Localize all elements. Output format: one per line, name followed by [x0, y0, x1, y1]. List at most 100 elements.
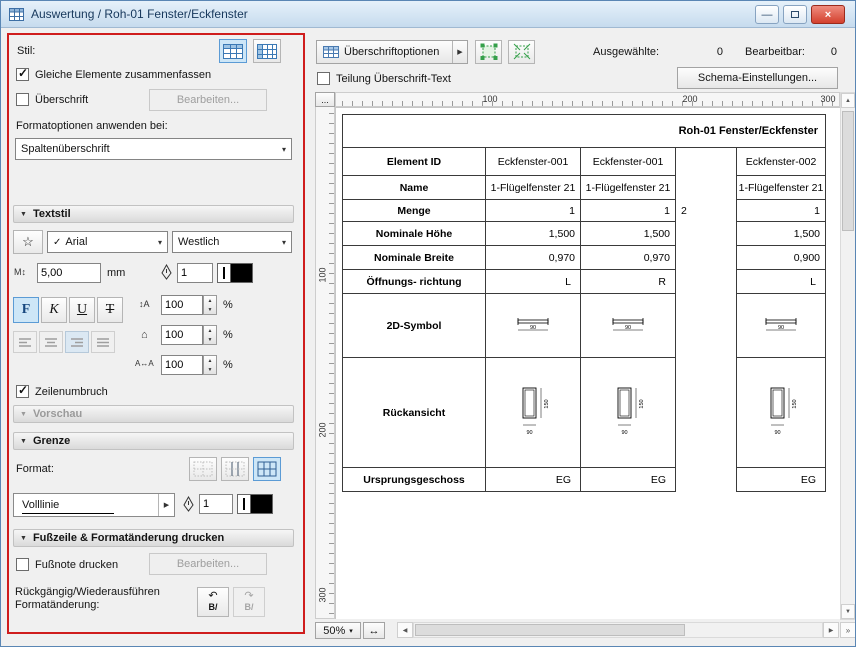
vertical-scrollbar[interactable]: ▲ ▼ [840, 92, 856, 620]
stretch-area-button[interactable] [508, 40, 535, 64]
zoom-level-button[interactable]: 50% ▾ [315, 622, 361, 639]
ruler-corner-button[interactable]: ... [315, 92, 335, 107]
letter-spacing-input[interactable] [161, 355, 203, 375]
border-grid-button[interactable] [253, 457, 281, 481]
horizontal-scroll-thumb[interactable] [415, 624, 685, 636]
border-none-button[interactable] [189, 457, 217, 481]
line-spacing-input[interactable] [161, 295, 203, 315]
section-footer[interactable]: ▼ Fußzeile & Formatänderung drucken [13, 529, 294, 547]
row-label-hoehe[interactable]: Nominale Höhe [342, 222, 486, 246]
cell-menge-1[interactable]: 1 [486, 200, 581, 222]
cell-richtung-3[interactable]: L [736, 270, 826, 294]
spin-down-icon[interactable]: ▼ [204, 305, 216, 314]
style-option-grid-button[interactable] [253, 39, 281, 63]
pen-number-input[interactable] [177, 263, 213, 283]
cell-element-id-3[interactable]: Eckfenster-002 [736, 148, 826, 176]
cell-name-3[interactable]: 1-Flügelfenster 21 [736, 176, 826, 200]
font-select[interactable]: ✓ Arial ▾ [47, 231, 168, 253]
horizontal-scrollbar[interactable] [413, 622, 823, 638]
spin-up-icon[interactable]: ▲ [204, 296, 216, 305]
width-factor-spinner[interactable]: ▲ ▼ [203, 325, 217, 345]
fit-width-button[interactable]: ↔ [363, 622, 385, 639]
align-left-button[interactable] [13, 331, 37, 353]
table-title[interactable]: Roh-01 Fenster/Eckfenster [342, 114, 826, 148]
checkbox-box[interactable]: ✓ [16, 385, 29, 398]
cell-geschoss-1[interactable]: EG [486, 468, 581, 492]
favorites-button[interactable]: ☆ [13, 230, 43, 254]
row-label-element-id[interactable]: Element ID [342, 148, 486, 176]
row-label-name[interactable]: Name [342, 176, 486, 200]
section-preview[interactable]: ▼ Vorschau [13, 405, 294, 423]
spin-up-icon[interactable]: ▲ [204, 356, 216, 365]
vertical-scroll-thumb[interactable] [842, 111, 854, 231]
cell-menge-3[interactable]: 1 [736, 200, 826, 222]
close-button[interactable]: × [811, 5, 845, 24]
row-label-geschoss[interactable]: Ursprungsgeschoss [342, 468, 486, 492]
italic-button[interactable]: K [41, 297, 67, 323]
cell-symbol-2[interactable]: 90 [581, 294, 676, 358]
hidden-column-value[interactable]: 2 [676, 200, 736, 222]
cell-richtung-1[interactable]: L [486, 270, 581, 294]
line-type-selector[interactable]: Volllinie ▶ [13, 493, 175, 517]
letter-spacing-spinner[interactable]: ▲ ▼ [203, 355, 217, 375]
minimize-button[interactable]: — [755, 5, 779, 24]
edit-header-button[interactable]: Bearbeiten... [149, 89, 267, 111]
scroll-right-button[interactable]: ▶ [823, 622, 839, 638]
strikethrough-button[interactable]: T [97, 297, 123, 323]
cell-rueckansicht-1[interactable]: 150 90 [486, 358, 581, 468]
cell-rueckansicht-2[interactable]: 150 90 [581, 358, 676, 468]
word-wrap-checkbox[interactable]: ✓ Zeilenumbruch [16, 385, 108, 398]
cell-symbol-3[interactable]: 90 [736, 294, 826, 358]
select-area-button[interactable] [475, 40, 502, 64]
border-pen-input[interactable] [199, 494, 233, 514]
cell-geschoss-3[interactable]: EG [736, 468, 826, 492]
scroll-up-button[interactable]: ▲ [841, 93, 855, 108]
bold-button[interactable]: F [13, 297, 39, 323]
row-label-symbol[interactable]: 2D-Symbol [342, 294, 486, 358]
script-select[interactable]: Westlich ▾ [172, 231, 292, 253]
style-option-merged-button[interactable] [219, 39, 247, 63]
split-header-text-checkbox[interactable]: ✓ Teilung Überschrift-Text [317, 72, 451, 85]
cell-hoehe-3[interactable]: 1,500 [736, 222, 826, 246]
line-spacing-spinner[interactable]: ▲ ▼ [203, 295, 217, 315]
font-size-input[interactable] [37, 263, 101, 283]
checkbox-box[interactable]: ✓ [16, 558, 29, 571]
redo-format-button[interactable]: ↷ B/ [233, 587, 265, 617]
footnote-checkbox[interactable]: ✓ Fußnote drucken [16, 558, 118, 571]
cell-element-id-1[interactable]: Eckfenster-001 [486, 148, 581, 176]
border-pen-color-swatch[interactable] [237, 494, 273, 514]
cell-hoehe-2[interactable]: 1,500 [581, 222, 676, 246]
edit-footnote-button[interactable]: Bearbeiten... [149, 553, 267, 575]
scroll-down-button[interactable]: ▼ [841, 604, 855, 619]
section-border[interactable]: ▼ Grenze [13, 432, 294, 450]
spin-down-icon[interactable]: ▼ [204, 335, 216, 344]
cell-richtung-2[interactable]: R [581, 270, 676, 294]
cell-hoehe-1[interactable]: 1,500 [486, 222, 581, 246]
pane-corner-button[interactable]: » [840, 622, 856, 638]
row-label-menge[interactable]: Menge [342, 200, 486, 222]
cell-name-2[interactable]: 1-Flügelfenster 21 [581, 176, 676, 200]
cell-breite-1[interactable]: 0,970 [486, 246, 581, 270]
spin-up-icon[interactable]: ▲ [204, 326, 216, 335]
cell-rueckansicht-3[interactable]: 150 90 [736, 358, 826, 468]
cell-name-1[interactable]: 1-Flügelfenster 21 [486, 176, 581, 200]
header-checkbox[interactable]: ✓ Überschrift [16, 93, 88, 106]
spin-down-icon[interactable]: ▼ [204, 365, 216, 374]
section-textstyle[interactable]: ▼ Textstil [13, 205, 294, 223]
underline-button[interactable]: U [69, 297, 95, 323]
menu-arrow-icon[interactable]: ▶ [452, 41, 467, 63]
undo-format-button[interactable]: ↶ B/ [197, 587, 229, 617]
header-options-button[interactable]: Überschriftoptionen ▶ [316, 40, 468, 64]
cell-symbol-1[interactable]: 90 [486, 294, 581, 358]
cell-element-id-2[interactable]: Eckfenster-001 [581, 148, 676, 176]
pen-color-swatch[interactable] [217, 263, 253, 283]
title-bar[interactable]: Auswertung / Roh-01 Fenster/Eckfenster [1, 1, 855, 28]
maximize-button[interactable] [783, 5, 807, 24]
row-label-richtung[interactable]: Öffnungs- richtung [342, 270, 486, 294]
align-center-button[interactable] [39, 331, 63, 353]
cell-geschoss-2[interactable]: EG [581, 468, 676, 492]
apply-format-select[interactable]: Spaltenüberschrift ▾ [15, 138, 292, 160]
checkbox-box[interactable]: ✓ [317, 72, 330, 85]
menu-arrow-icon[interactable]: ▶ [158, 494, 174, 516]
width-factor-input[interactable] [161, 325, 203, 345]
